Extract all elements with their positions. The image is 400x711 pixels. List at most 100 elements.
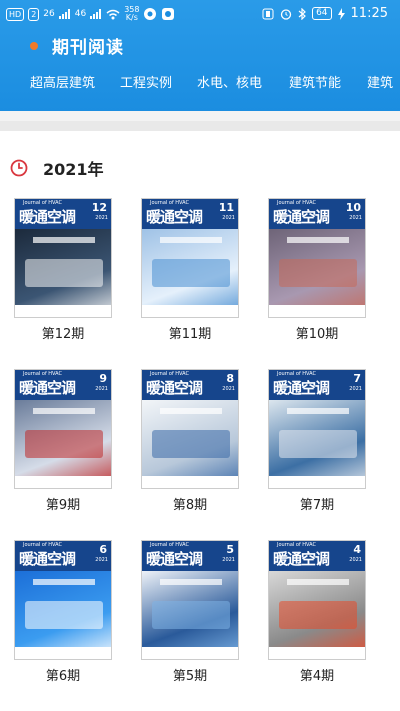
issue-label[interactable]: 第5期 [141,665,239,684]
issue-label[interactable]: 第11期 [141,323,239,342]
vibrate-icon [262,8,274,19]
cover-header: Journal of HVAC 暖通空调 8 2021 [142,370,238,400]
signal-icon-2 [90,9,102,19]
issue-cover-image[interactable]: Journal of HVAC 暖通空调 4 2021 [268,540,366,660]
issue-cover-image[interactable]: Journal of HVAC 暖通空调 5 2021 [141,540,239,660]
issue-label[interactable]: 第9期 [14,494,112,513]
cover-footer [15,305,111,317]
cover-footer [15,476,111,488]
bluetooth-icon [298,7,306,20]
clock-icon [10,159,28,177]
issue-card[interactable]: Journal of HVAC 暖通空调 11 2021 第11期 [141,198,239,342]
message-icon [162,8,175,20]
issue-card[interactable]: Journal of HVAC 暖通空调 4 2021 第4期 [268,540,366,684]
cover-logo: 暖通空调 [273,208,330,226]
issue-label[interactable]: 第6期 [14,665,112,684]
cover-footer [269,305,365,317]
cover-logo: 暖通空调 [146,550,203,568]
tab-hydro-nuclear[interactable]: 水电、核电 [197,72,262,91]
issue-cover-image[interactable]: Journal of HVAC 暖通空调 8 2021 [141,369,239,489]
cover-issue-number: 12 [91,201,107,214]
charging-icon [337,7,345,20]
issue-cover-image[interactable]: Journal of HVAC 暖通空调 9 2021 [14,369,112,489]
cover-header: Journal of HVAC 暖通空调 10 2021 [269,199,365,229]
cover-header: Journal of HVAC 暖通空调 7 2021 [269,370,365,400]
status-bar: HD 2 26 46 358 K/s 64 11:25 [0,0,400,30]
issue-cover-image[interactable]: Journal of HVAC 暖通空调 10 2021 [268,198,366,318]
tab-super-high-rise[interactable]: 超高层建筑 [30,72,95,91]
cover-logo: 暖通空调 [273,550,330,568]
issue-card[interactable]: Journal of HVAC 暖通空调 12 2021 第12期 [14,198,112,342]
issue-card[interactable]: Journal of HVAC 暖通空调 8 2021 第8期 [141,369,239,513]
cover-header: Journal of HVAC 暖通空调 5 2021 [142,541,238,571]
cover-footer [142,476,238,488]
cover-issue-number: 7 [353,372,361,385]
app-notification-icon [144,8,157,20]
category-tabs: 超高层建筑 工程实例 水电、核电 建筑节能 建筑 [0,72,400,92]
issue-label[interactable]: 第12期 [14,323,112,342]
issue-cover-image[interactable]: Journal of HVAC 暖通空调 12 2021 [14,198,112,318]
cover-year: 2021 [349,215,362,221]
signal-label-a: 26 [43,9,55,19]
title-dot-icon [30,41,38,50]
cover-year: 2021 [95,215,108,221]
battery-level: 64 [312,7,332,20]
cover-logo: 暖通空调 [146,208,203,226]
cover-logo: 暖通空调 [19,208,76,226]
cover-header: Journal of HVAC 暖通空调 11 2021 [142,199,238,229]
cover-year: 2021 [222,557,235,563]
status-time: 11:25 [350,6,388,21]
cover-footer [269,476,365,488]
cover-footer [15,647,111,659]
cover-year: 2021 [95,386,108,392]
title-row: 期刊阅读 [30,33,124,58]
signal-icon [58,9,70,19]
cover-footer [142,647,238,659]
issue-label[interactable]: 第7期 [268,494,366,513]
cover-header: Journal of HVAC 暖通空调 12 2021 [15,199,111,229]
cover-year: 2021 [222,386,235,392]
app-header: HD 2 26 46 358 K/s 64 11:25 期刊阅读 超高层建筑 工… [0,0,400,111]
cover-issue-number: 9 [99,372,107,385]
tab-energy-saving[interactable]: 建筑节能 [289,72,341,91]
cover-issue-number: 6 [99,543,107,556]
issue-card[interactable]: Journal of HVAC 暖通空调 6 2021 第6期 [14,540,112,684]
issue-card[interactable]: Journal of HVAC 暖通空调 7 2021 第7期 [268,369,366,513]
issue-card[interactable]: Journal of HVAC 暖通空调 5 2021 第5期 [141,540,239,684]
issue-label[interactable]: 第8期 [141,494,239,513]
tab-building[interactable]: 建筑 [367,72,393,91]
cover-year: 2021 [349,386,362,392]
issue-cover-image[interactable]: Journal of HVAC 暖通空调 11 2021 [141,198,239,318]
page-title: 期刊阅读 [52,38,124,58]
cover-year: 2021 [222,215,235,221]
cover-header: Journal of HVAC 暖通空调 6 2021 [15,541,111,571]
wifi-icon [106,9,120,19]
section-divider [0,121,400,131]
content-area: 2021年 Journal of HVAC 暖通空调 12 2021 第12期 Journ… [0,131,400,711]
sim-chip: 2 [28,7,40,21]
cover-logo: 暖通空调 [146,379,203,397]
issue-label[interactable]: 第4期 [268,665,366,684]
cover-year: 2021 [349,557,362,563]
cover-logo: 暖通空调 [273,379,330,397]
issue-card[interactable]: Journal of HVAC 暖通空调 10 2021 第10期 [268,198,366,342]
network-speed: 358 K/s [124,5,140,22]
cover-footer [269,647,365,659]
issue-cover-image[interactable]: Journal of HVAC 暖通空调 6 2021 [14,540,112,660]
cover-logo: 暖通空调 [19,379,76,397]
cover-issue-number: 5 [226,543,234,556]
year-heading: 2021年 [10,156,104,180]
cover-issue-number: 8 [226,372,234,385]
alarm-icon [280,8,292,20]
year-label: 2021年 [43,160,104,179]
issue-card[interactable]: Journal of HVAC 暖通空调 9 2021 第9期 [14,369,112,513]
tab-engineering-cases[interactable]: 工程实例 [120,72,172,91]
cover-issue-number: 10 [345,201,361,214]
cover-logo: 暖通空调 [19,550,76,568]
cover-header: Journal of HVAC 暖通空调 4 2021 [269,541,365,571]
cover-footer [142,305,238,317]
signal-label-b: 46 [74,9,87,19]
cover-issue-number: 4 [353,543,361,556]
issue-cover-image[interactable]: Journal of HVAC 暖通空调 7 2021 [268,369,366,489]
issue-label[interactable]: 第10期 [268,323,366,342]
